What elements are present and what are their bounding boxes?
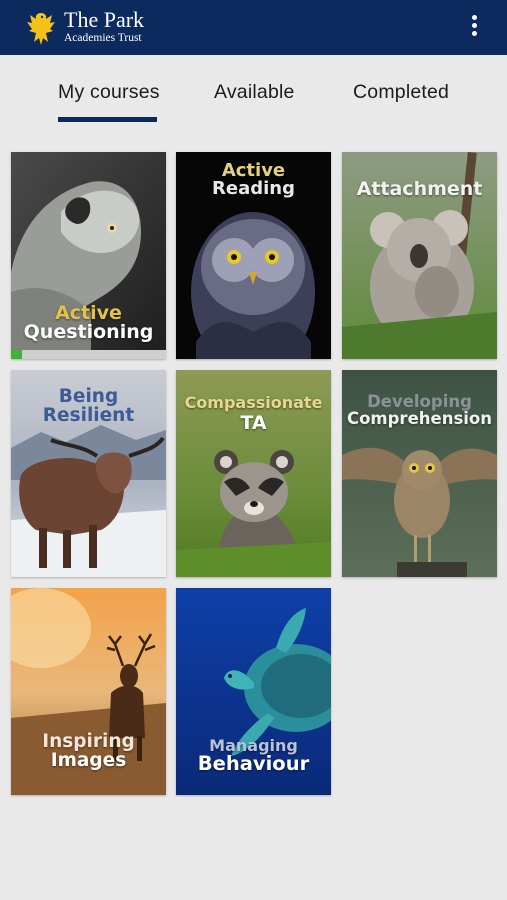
brand-name: The Park [64,7,145,32]
course-title: Developing Comprehension [342,393,497,428]
course-title-line1: Compassionate [184,393,323,412]
active-tab-indicator [58,117,157,122]
course-tabs: My courses Available Completed [0,55,507,125]
course-card-active-reading[interactable]: Active Reading [176,152,331,359]
course-title-line2: TA [240,412,267,434]
course-card-being-resilient[interactable]: Being Resilient [11,370,166,577]
course-card-managing-behaviour[interactable]: Managing Behaviour [176,588,331,795]
progress-fill [11,350,22,359]
course-title-line2: Attachment [356,178,483,200]
app-bar: The Park Academies Trust [0,0,507,55]
brand-subtitle: Academies Trust [64,32,142,44]
course-card-attachment[interactable]: Attachment [342,152,497,359]
course-title: Active Reading [176,162,331,198]
eagle-logo-icon [27,13,55,45]
course-title-line2: Images [50,749,127,771]
course-title: Active Questioning [11,304,166,342]
course-title: Compassionate TA [176,395,331,433]
course-title-line2: Comprehension [346,408,493,428]
course-title-line2: Behaviour [197,752,310,775]
brand-logo: The Park Academies Trust [64,9,144,45]
course-title: Inspiring Images [11,731,166,771]
course-title-line2: Resilient [42,404,135,426]
course-title-line1: Being [58,386,119,407]
course-card-active-questioning[interactable]: Active Questioning [11,152,166,359]
tab-available[interactable]: Available [214,81,295,104]
progress-bar [11,350,166,359]
course-title-line2: Questioning [23,321,154,343]
course-title-line1: Inspiring [42,731,135,752]
overflow-menu-icon[interactable] [469,15,479,41]
course-card-inspiring-images[interactable]: Inspiring Images [11,588,166,795]
course-title: Being Resilient [11,386,166,426]
course-card-compassionate-ta[interactable]: Compassionate TA [176,370,331,577]
course-title: Managing Behaviour [176,738,331,774]
tab-my-courses[interactable]: My courses [58,81,160,104]
course-title: Attachment [342,180,497,199]
course-title-line2: Reading [212,178,295,199]
tab-completed[interactable]: Completed [353,81,449,104]
course-card-developing-comprehension[interactable]: Developing Comprehension [342,370,497,577]
